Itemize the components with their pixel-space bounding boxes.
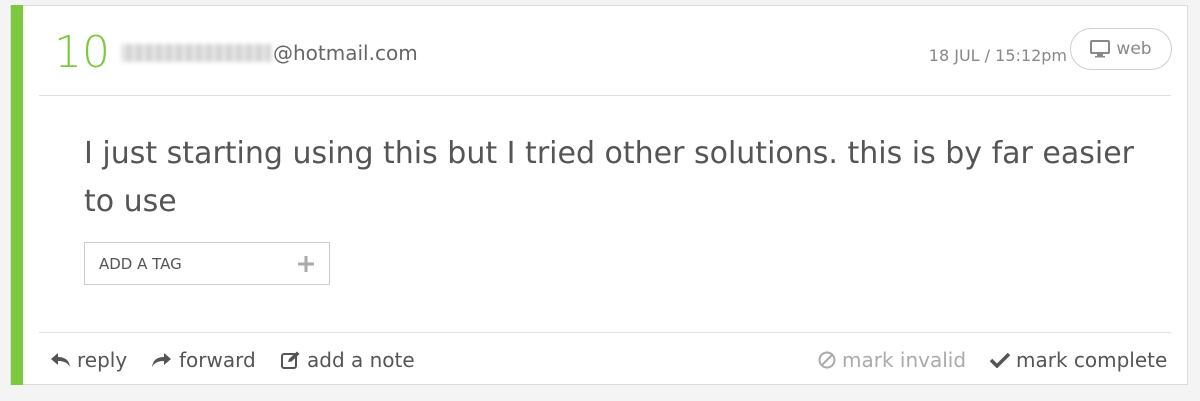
mark-invalid-label: mark invalid [842, 348, 967, 372]
reply-label: reply [77, 348, 128, 372]
email-domain: @hotmail.com [273, 41, 418, 65]
mark-complete-button[interactable]: mark complete [990, 348, 1167, 372]
reply-button[interactable]: reply [49, 348, 127, 372]
mark-complete-label: mark complete [1016, 348, 1168, 372]
add-note-label: add a note [307, 348, 415, 372]
response-timestamp: 18 JUL / 15:12pm [928, 46, 1067, 65]
ban-icon [818, 351, 836, 369]
header-divider [39, 95, 1171, 96]
add-tag-input[interactable]: ADD A TAG [84, 242, 330, 285]
source-label: web [1116, 39, 1152, 59]
add-note-button[interactable]: add a note [281, 348, 415, 372]
footer-divider [39, 332, 1171, 333]
plus-icon[interactable] [297, 255, 315, 273]
forward-label: forward [179, 348, 256, 372]
reply-icon [49, 351, 71, 369]
respondent-email: @hotmail.com [121, 40, 418, 66]
response-text: I just starting using this but I tried o… [84, 136, 1134, 219]
mark-invalid-button[interactable]: mark invalid [818, 348, 966, 372]
forward-button[interactable]: forward [151, 348, 256, 372]
edit-note-icon [281, 351, 301, 369]
monitor-icon [1090, 40, 1111, 58]
checkmark-icon [990, 352, 1010, 368]
response-card: 10 @hotmail.com 18 JUL / 15:12pm web I j… [10, 5, 1188, 385]
nps-score: 10 [54, 27, 110, 78]
add-tag-placeholder: ADD A TAG [99, 254, 182, 273]
score-accent-bar [11, 5, 23, 385]
redacted-email-part [121, 44, 271, 62]
source-badge: web [1070, 28, 1172, 70]
forward-icon [151, 351, 173, 369]
